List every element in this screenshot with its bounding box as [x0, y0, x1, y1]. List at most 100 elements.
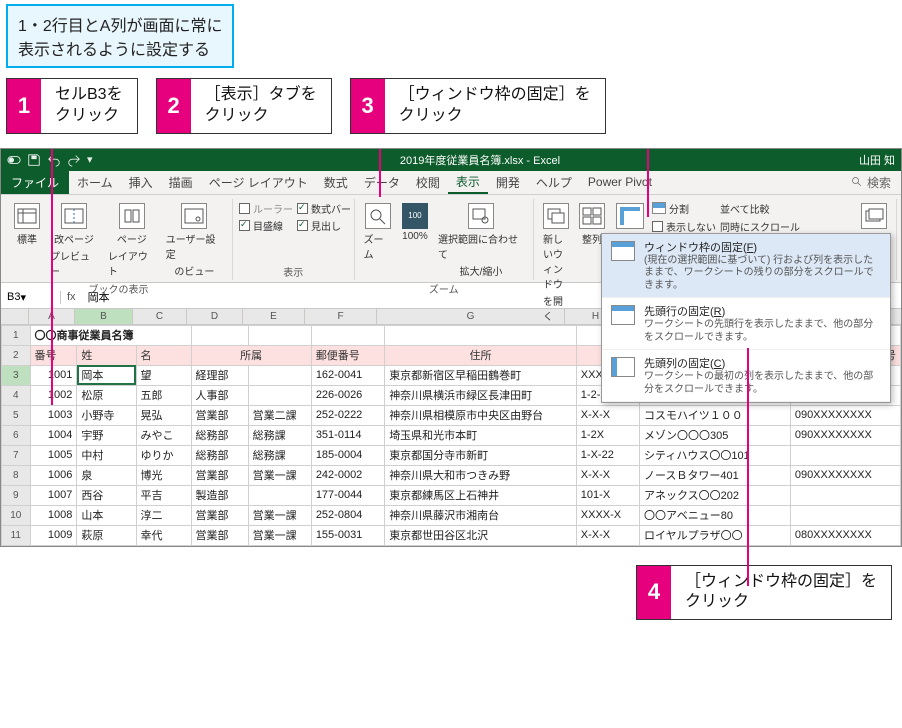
cell[interactable]: ロイヤルプラザ〇〇 [639, 525, 790, 545]
cell[interactable]: 博光 [136, 465, 191, 485]
side-by-side-button[interactable]: 並べて比較 [720, 201, 850, 216]
cell[interactable]: 総務課 [248, 425, 311, 445]
cell[interactable]: 総務部 [191, 425, 248, 445]
row-header[interactable]: 3 [2, 365, 31, 385]
cell[interactable]: コスモハイツ１００ [639, 405, 790, 425]
cell[interactable]: 101-X [576, 485, 639, 505]
chk-gridlines[interactable]: 目盛線 [239, 218, 293, 233]
cell[interactable]: 185-0004 [311, 445, 384, 465]
cell[interactable]: 泉 [77, 465, 136, 485]
zoom-button[interactable]: ズーム [361, 201, 395, 263]
cell[interactable]: 226-0026 [311, 385, 384, 405]
cell[interactable]: 埼玉県和光市本町 [385, 425, 577, 445]
pagebreak-preview-button[interactable]: 改ページ プレビュー [47, 201, 101, 280]
cell[interactable]: 神奈川県大和市つきみ野 [385, 465, 577, 485]
undo-icon[interactable] [47, 153, 61, 167]
cell[interactable]: 155-0031 [311, 525, 384, 545]
tab-file[interactable]: ファイル [1, 171, 69, 194]
row-header[interactable]: 8 [2, 465, 31, 485]
normal-view-button[interactable]: 標準 [11, 201, 43, 248]
cell[interactable]: 淳二 [136, 505, 191, 525]
chk-formula-bar[interactable]: 数式バー [297, 201, 351, 216]
cell[interactable]: 1-X-22 [576, 445, 639, 465]
cell[interactable]: 1007 [30, 485, 77, 505]
cell[interactable]: X-X-X [576, 465, 639, 485]
cell[interactable]: 宇野 [77, 425, 136, 445]
cell[interactable]: 平吉 [136, 485, 191, 505]
cell[interactable]: 岡本 [77, 365, 136, 385]
cell[interactable] [790, 485, 900, 505]
col-F[interactable]: F [305, 309, 377, 324]
hdr-shozoku[interactable]: 所属 [191, 345, 311, 365]
cell[interactable]: 090XXXXXXXX [790, 405, 900, 425]
sync-scroll-button[interactable]: 同時にスクロール [720, 219, 850, 234]
cell[interactable]: XXXX-X [576, 505, 639, 525]
row-header[interactable]: 4 [2, 385, 31, 405]
cell[interactable]: 242-0002 [311, 465, 384, 485]
cell[interactable]: 五郎 [136, 385, 191, 405]
autosave-toggle-icon[interactable] [7, 153, 21, 167]
save-icon[interactable] [27, 153, 41, 167]
hide-button[interactable]: 表示しない [652, 219, 716, 234]
row-header[interactable]: 7 [2, 445, 31, 465]
cell[interactable]: 東京都新宿区早稲田鶴巻町 [385, 365, 577, 385]
row-header-2[interactable]: 2 [2, 345, 31, 365]
menu-freeze-top-row[interactable]: 先頭行の固定(R) ワークシートの先頭行を表示したままで、他の部分をスクロールで… [602, 298, 890, 350]
cell[interactable]: 1-2X [576, 425, 639, 445]
cell[interactable] [248, 365, 311, 385]
zoom-to-selection-button[interactable]: 選択範囲に合わせて 拡大/縮小 [435, 201, 527, 280]
col-E[interactable]: E [243, 309, 305, 324]
cell[interactable]: 1005 [30, 445, 77, 465]
cell[interactable]: 252-0804 [311, 505, 384, 525]
cell[interactable]: 1001 [30, 365, 77, 385]
cell[interactable]: 山本 [77, 505, 136, 525]
cell[interactable]: 080XXXXXXXX [790, 525, 900, 545]
redo-icon[interactable] [67, 153, 81, 167]
cell-A1[interactable]: 〇〇商事従業員名簿 [30, 325, 191, 345]
cell[interactable]: 1008 [30, 505, 77, 525]
zoom-100-button[interactable]: 100 100% [399, 201, 431, 244]
cell[interactable] [790, 505, 900, 525]
cell[interactable]: 1009 [30, 525, 77, 545]
hdr-jusho[interactable]: 住所 [385, 345, 577, 365]
tab-review[interactable]: 校閲 [408, 171, 448, 194]
row-header[interactable]: 9 [2, 485, 31, 505]
cell[interactable]: X-X-X [576, 405, 639, 425]
cell[interactable]: 営業一課 [248, 465, 311, 485]
cell[interactable]: 営業一課 [248, 525, 311, 545]
cell[interactable]: 090XXXXXXXX [790, 425, 900, 445]
cell[interactable]: 西谷 [77, 485, 136, 505]
row-header[interactable]: 10 [2, 505, 31, 525]
col-C[interactable]: C [133, 309, 187, 324]
select-all-corner[interactable] [1, 309, 29, 324]
hdr-yubin[interactable]: 郵便番号 [311, 345, 384, 365]
custom-views-button[interactable]: ユーザー設定 のビュー [163, 201, 226, 280]
cell[interactable]: メゾン〇〇〇305 [639, 425, 790, 445]
cell[interactable]: 中村 [77, 445, 136, 465]
cell[interactable]: 営業部 [191, 405, 248, 425]
cell[interactable]: 製造部 [191, 485, 248, 505]
cell[interactable]: ゆりか [136, 445, 191, 465]
cell[interactable]: 営業二課 [248, 405, 311, 425]
tab-data[interactable]: データ [356, 171, 408, 194]
qat-dropdown-icon[interactable]: ▾ [87, 153, 101, 167]
row-header[interactable]: 5 [2, 405, 31, 425]
col-D[interactable]: D [187, 309, 243, 324]
cell[interactable]: 1003 [30, 405, 77, 425]
tab-help[interactable]: ヘルプ [528, 171, 580, 194]
chk-ruler[interactable]: ルーラー [239, 201, 293, 216]
row-header[interactable]: 11 [2, 525, 31, 545]
cell[interactable] [248, 385, 311, 405]
table-row[interactable]: 81006泉博光営業部営業一課242-0002神奈川県大和市つきみ野X-X-Xノ… [2, 465, 901, 485]
cell[interactable] [248, 485, 311, 505]
cell[interactable]: 総務部 [191, 445, 248, 465]
cell[interactable]: 1004 [30, 425, 77, 445]
table-row[interactable]: 91007西谷平吉製造部177-0044東京都練馬区上石神井101-Xアネックス… [2, 485, 901, 505]
table-row[interactable]: 51003小野寺晃弘営業部営業二課252-0222神奈川県相模原市中央区由野台X… [2, 405, 901, 425]
cell[interactable]: 人事部 [191, 385, 248, 405]
tell-me-search[interactable]: 検索 [841, 174, 901, 191]
account-name[interactable]: 山田 知 [859, 152, 895, 168]
cell[interactable]: 東京都世田谷区北沢 [385, 525, 577, 545]
row-header[interactable]: 6 [2, 425, 31, 445]
cell[interactable]: 東京都国分寺市新町 [385, 445, 577, 465]
